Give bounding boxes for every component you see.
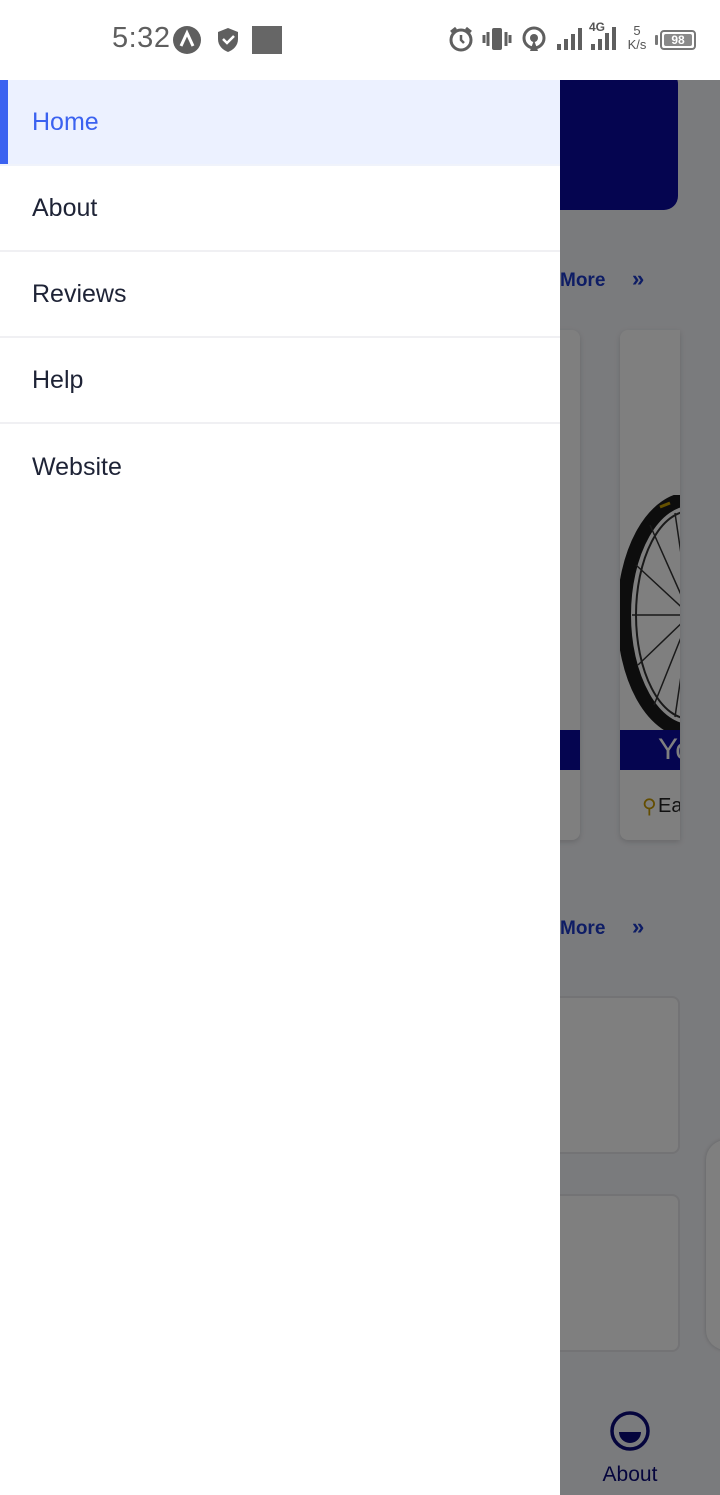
drawer-item-label: About — [32, 193, 98, 222]
drawer-item-label: Home — [32, 107, 99, 136]
alarm-icon — [449, 26, 473, 52]
network-speed: 5 K/s — [622, 24, 652, 52]
shield-icon — [218, 28, 238, 52]
battery-tip — [655, 35, 658, 45]
drawer-item-label: Reviews — [32, 279, 127, 308]
app-notification-icon — [173, 26, 201, 54]
navigation-drawer: Home About Reviews Help Website — [0, 80, 560, 1495]
battery-level: 98 — [671, 33, 685, 47]
drawer-item-label: Help — [32, 365, 84, 394]
status-time: 5:32 — [112, 22, 171, 54]
drawer-item-help[interactable]: Help — [0, 338, 560, 424]
network-type: 4G — [589, 20, 606, 34]
drawer-item-website[interactable]: Website — [0, 424, 560, 510]
vibrate-icon — [482, 28, 512, 50]
signal-icon — [557, 28, 582, 50]
speed-unit: K/s — [627, 37, 647, 52]
drawer-item-home[interactable]: Home — [0, 80, 560, 166]
drawer-item-reviews[interactable]: Reviews — [0, 252, 560, 338]
drawer-item-label: Website — [32, 452, 122, 481]
hotspot-icon — [522, 26, 546, 51]
status-bar: 5:32 4G 5 K/s 98 — [0, 0, 720, 80]
image-notification-icon — [252, 26, 282, 54]
speed-value: 5 — [633, 23, 641, 38]
drawer-item-about[interactable]: About — [0, 166, 560, 252]
battery-icon: 98 — [660, 30, 696, 50]
